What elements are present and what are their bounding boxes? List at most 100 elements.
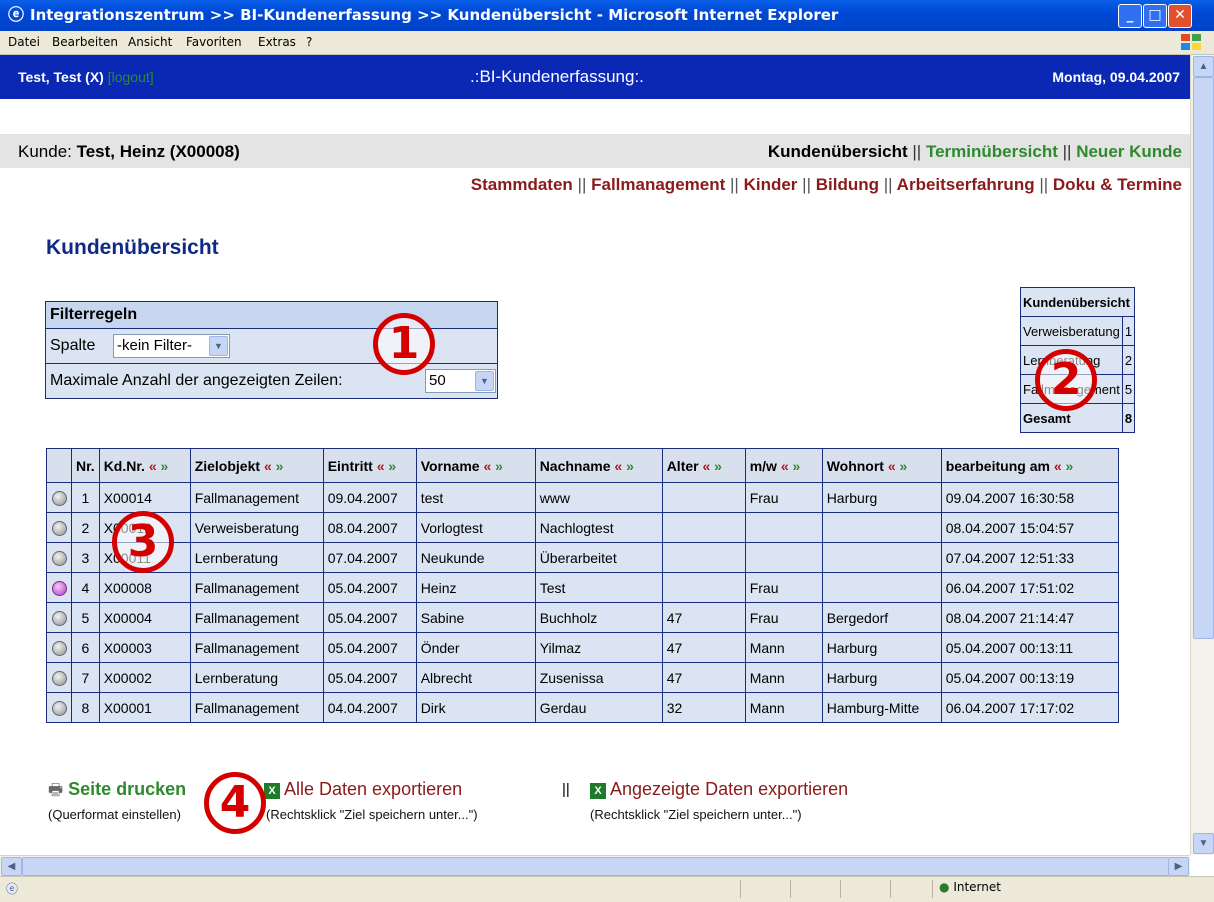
sort-descending-icon[interactable]: » bbox=[276, 458, 284, 474]
menu-favoriten[interactable]: Favoriten bbox=[186, 35, 242, 49]
sort-ascending-icon[interactable]: « bbox=[264, 458, 272, 474]
menu-datei[interactable]: Datei bbox=[8, 35, 40, 49]
menu-help[interactable]: ? bbox=[306, 35, 312, 49]
row-select-radio-icon[interactable] bbox=[51, 610, 67, 626]
print-link[interactable]: 🖶 Seite drucken bbox=[48, 779, 186, 806]
row-select-radio-icon[interactable] bbox=[51, 640, 67, 656]
menu-ansicht[interactable]: Ansicht bbox=[128, 35, 172, 49]
horizontal-scrollbar[interactable]: ◀ ▶ bbox=[0, 855, 1190, 876]
sort-ascending-icon[interactable]: « bbox=[483, 458, 491, 474]
sort-ascending-icon[interactable]: « bbox=[149, 458, 157, 474]
column-header-zielobjekt[interactable]: Zielobjekt « » bbox=[189, 448, 324, 483]
column-header-bearbeitung[interactable]: bearbeitung am « » bbox=[940, 448, 1119, 483]
sort-descending-icon[interactable]: » bbox=[388, 458, 396, 474]
table-row[interactable]: 7 X00002 Lernberatung 05.04.2007 Albrecht Zus… bbox=[46, 662, 1119, 693]
scroll-down-icon[interactable]: ▼ bbox=[1193, 833, 1214, 854]
ie-logo-icon: ⓔ bbox=[8, 5, 25, 24]
chevron-down-icon[interactable]: ▼ bbox=[209, 336, 228, 356]
minimize-button[interactable]: _ bbox=[1118, 4, 1142, 28]
row-select-radio-icon[interactable] bbox=[51, 490, 67, 506]
sort-descending-icon[interactable]: » bbox=[900, 458, 908, 474]
cell-bearb: 07.04.2007 12:51:33 bbox=[940, 542, 1119, 573]
filter-rows-select[interactable]: 50 ▼ bbox=[425, 369, 496, 393]
sort-descending-icon[interactable]: » bbox=[793, 458, 801, 474]
menu-bearbeiten[interactable]: Bearbeiten bbox=[52, 35, 118, 49]
column-header-label: Vorname bbox=[420, 457, 480, 474]
menu-extras[interactable]: Extras bbox=[258, 35, 296, 49]
cell-wohnort: Harburg bbox=[821, 662, 942, 693]
row-select-cell[interactable] bbox=[46, 512, 72, 543]
sort-ascending-icon[interactable]: « bbox=[702, 458, 710, 474]
row-select-radio-icon[interactable] bbox=[51, 700, 67, 716]
nav-kundenuebersicht[interactable]: Kundenübersicht bbox=[768, 142, 908, 161]
table-row[interactable]: 1 X00014 Fallmanagement 09.04.2007 test www Fr… bbox=[46, 482, 1119, 513]
cell-wohnort: Hamburg-Mitte bbox=[821, 692, 942, 723]
sort-ascending-icon[interactable]: « bbox=[888, 458, 896, 474]
filter-column-select[interactable]: -kein Filter- ▼ bbox=[113, 334, 230, 358]
subnav-kinder[interactable]: Kinder bbox=[744, 175, 798, 194]
subnav-bildung[interactable]: Bildung bbox=[816, 175, 879, 194]
table-row[interactable]: 5 X00004 Fallmanagement 05.04.2007 Sabine Buc… bbox=[46, 602, 1119, 633]
sort-ascending-icon[interactable]: « bbox=[614, 458, 622, 474]
status-segment bbox=[790, 880, 839, 898]
row-select-cell[interactable] bbox=[46, 482, 72, 513]
close-button[interactable]: ✕ bbox=[1168, 4, 1192, 28]
subnav-doku-termine[interactable]: Doku & Termine bbox=[1053, 175, 1182, 194]
chevron-down-icon[interactable]: ▼ bbox=[475, 371, 494, 391]
scroll-right-icon[interactable]: ▶ bbox=[1168, 857, 1189, 876]
export-shown-link[interactable]: X Angezeigte Daten exportieren bbox=[590, 779, 848, 800]
column-header-alter[interactable]: Alter « » bbox=[661, 448, 746, 483]
row-select-radio-icon[interactable] bbox=[51, 550, 67, 566]
table-row[interactable]: 2X00012Verweisberatung08.04.2007Vorlogte… bbox=[46, 512, 1119, 543]
row-select-cell[interactable] bbox=[46, 572, 72, 603]
sort-descending-icon[interactable]: » bbox=[714, 458, 722, 474]
row-select-radio-icon[interactable] bbox=[51, 580, 67, 596]
status-bar: ⓔ ● Internet bbox=[0, 876, 1214, 902]
scroll-thumb[interactable] bbox=[1193, 77, 1214, 639]
row-select-radio-icon[interactable] bbox=[51, 670, 67, 686]
sort-ascending-icon[interactable]: « bbox=[1054, 458, 1062, 474]
column-header-nachname[interactable]: Nachname « » bbox=[534, 448, 663, 483]
select-column-header bbox=[46, 448, 72, 483]
nav-neuer-kunde[interactable]: Neuer Kunde bbox=[1076, 142, 1182, 161]
table-row[interactable]: 3X00011Lernberatung07.04.2007NeukundeÜbe… bbox=[46, 542, 1119, 573]
logout-link[interactable]: [logout] bbox=[108, 69, 154, 85]
sort-descending-icon[interactable]: » bbox=[1066, 458, 1074, 474]
row-select-radio-icon[interactable] bbox=[51, 520, 67, 536]
table-row[interactable]: 8 X00001 Fallmanagement 04.04.2007 Dirk Gerda… bbox=[46, 692, 1119, 723]
vertical-scrollbar[interactable]: ▲ ▼ bbox=[1190, 55, 1214, 855]
subnav-arbeitserfahrung[interactable]: Arbeitserfahrung bbox=[897, 175, 1035, 194]
sort-descending-icon[interactable]: » bbox=[626, 458, 634, 474]
scroll-thumb[interactable] bbox=[22, 857, 1169, 876]
maximize-button[interactable]: □ bbox=[1143, 4, 1167, 28]
subnav-stammdaten[interactable]: Stammdaten bbox=[471, 175, 573, 194]
print-label[interactable]: Seite drucken bbox=[68, 779, 186, 799]
sort-descending-icon[interactable]: » bbox=[495, 458, 503, 474]
table-row[interactable]: 4 X00008 Fallmanagement 05.04.2007 Heinz Test… bbox=[46, 572, 1119, 603]
row-select-cell[interactable] bbox=[46, 662, 72, 693]
column-header-kdnr[interactable]: Kd.Nr. « » bbox=[98, 448, 191, 483]
filter-heading: Filterregeln bbox=[46, 302, 497, 328]
export-all-link[interactable]: X Alle Daten exportieren bbox=[264, 779, 462, 800]
column-header-eintritt[interactable]: Eintritt « » bbox=[322, 448, 417, 483]
user-name: Test, Test (X) bbox=[18, 69, 104, 85]
scroll-left-icon[interactable]: ◀ bbox=[1, 857, 22, 876]
sort-descending-icon[interactable]: » bbox=[161, 458, 169, 474]
cell-ziel: Lernberatung bbox=[189, 542, 324, 573]
table-row[interactable]: 6 X00003 Fallmanagement 05.04.2007 Önder Yilm… bbox=[46, 632, 1119, 663]
sort-ascending-icon[interactable]: « bbox=[377, 458, 385, 474]
column-header-mw[interactable]: m/w « » bbox=[744, 448, 823, 483]
export-all-label[interactable]: Alle Daten exportieren bbox=[284, 779, 462, 799]
row-select-cell[interactable] bbox=[46, 602, 72, 633]
export-shown-label[interactable]: Angezeigte Daten exportieren bbox=[610, 779, 848, 799]
cell-alter bbox=[661, 572, 746, 603]
row-select-cell[interactable] bbox=[46, 542, 72, 573]
column-header-wohnort[interactable]: Wohnort « » bbox=[821, 448, 942, 483]
column-header-vorname[interactable]: Vorname « » bbox=[415, 448, 536, 483]
nav-terminuebersicht[interactable]: Terminübersicht bbox=[926, 142, 1058, 161]
subnav-fallmanagement[interactable]: Fallmanagement bbox=[591, 175, 725, 194]
scroll-up-icon[interactable]: ▲ bbox=[1193, 56, 1214, 77]
row-select-cell[interactable] bbox=[46, 632, 72, 663]
row-select-cell[interactable] bbox=[46, 692, 72, 723]
sort-ascending-icon[interactable]: « bbox=[781, 458, 789, 474]
